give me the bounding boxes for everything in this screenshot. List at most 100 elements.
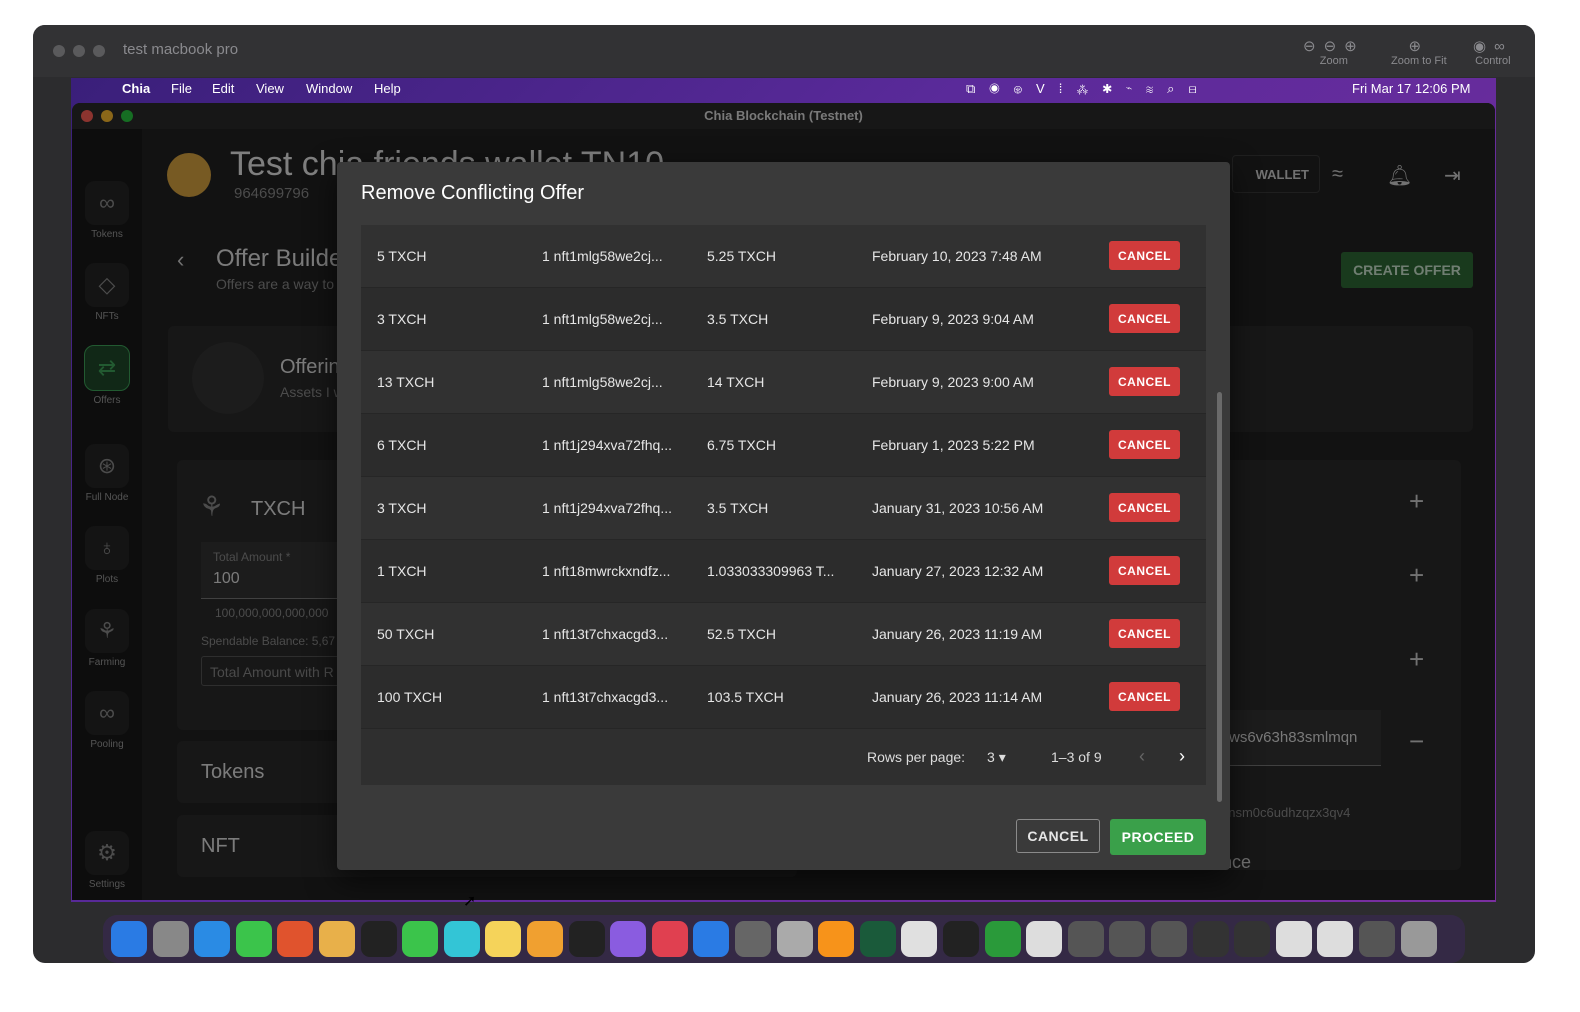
chevron-down-icon: ▾ — [998, 749, 1006, 765]
dock-app-icon[interactable] — [776, 921, 813, 957]
cancel-offer-button[interactable]: CANCEL — [1109, 493, 1180, 522]
offer-total-cell: 3.5 TXCH — [707, 500, 769, 516]
dock-app-icon[interactable] — [693, 921, 730, 957]
dock-app-icon[interactable] — [1192, 921, 1229, 957]
offer-requested-cell: 1 nft13t7chxacgd3... — [542, 626, 669, 642]
menu-file[interactable]: File — [171, 81, 192, 96]
next-page-icon[interactable]: › — [1179, 746, 1185, 767]
dock-app-icon[interactable] — [111, 921, 147, 957]
viewer-close-button[interactable] — [53, 45, 65, 57]
table-row: 6 TXCH 1 nft1j294xva72fhq... 6.75 TXCH Febr… — [361, 414, 1206, 477]
offer-date-cell: January 27, 2023 12:32 AM — [872, 563, 1044, 579]
pagination-range: 1–3 of 9 — [1051, 749, 1102, 765]
menubar-status-icons[interactable]: ⧉◉⊛V⁞⁂✱⌁≋⌕⊟ — [966, 81, 1211, 97]
offer-requested-cell: 1 nft13t7chxacgd3... — [542, 689, 669, 705]
dock-app-icon[interactable] — [443, 921, 480, 957]
control-label: Control — [1475, 55, 1511, 67]
dock-app-icon[interactable] — [485, 921, 522, 957]
table-pagination: Rows per page: 3 ▾ 1–3 of 9 ‹ › — [361, 732, 1206, 785]
dock-app-icon[interactable] — [901, 921, 938, 957]
chia-app-window: Chia Blockchain (Testnet) ∞ Tokens ◇ NFTs … — [72, 103, 1495, 900]
dock-app-icon[interactable] — [277, 921, 314, 957]
dock-app-icon[interactable] — [984, 921, 1021, 957]
dock-app-icon[interactable] — [1400, 921, 1437, 957]
offer-requested-cell: 1 nft1j294xva72fhq... — [542, 500, 672, 516]
dock-app-icon[interactable] — [319, 921, 355, 957]
dock-app-icon[interactable] — [859, 921, 896, 957]
zoom-to-fit-control[interactable]: ⊕ Zoom to Fit — [1391, 37, 1447, 67]
menu-edit[interactable]: Edit — [212, 81, 234, 96]
table-row: 13 TXCH 1 nft1mlg58we2cj... 14 TXCH Februar… — [361, 351, 1206, 414]
offer-total-cell: 6.75 TXCH — [707, 437, 776, 453]
table-row: 50 TXCH 1 nft13t7chxacgd3... 52.5 TXCH Janu… — [361, 603, 1206, 666]
offer-total-cell: 52.5 TXCH — [707, 626, 776, 642]
menu-help[interactable]: Help — [374, 81, 401, 96]
dialog-cancel-button[interactable]: CANCEL — [1016, 819, 1100, 853]
zoom-controls[interactable]: ⊖⊖⊕ Zoom — [1303, 37, 1365, 67]
zoom-fit-label: Zoom to Fit — [1391, 55, 1447, 67]
offer-date-cell: February 1, 2023 5:22 PM — [872, 437, 1035, 453]
cancel-offer-button[interactable]: CANCEL — [1109, 304, 1180, 333]
offer-offered-cell: 100 TXCH — [377, 689, 443, 705]
conflicting-offers-table: 5 TXCH 1 nft1mlg58we2cj... 5.25 TXCH Februa… — [361, 225, 1206, 785]
dock-app-icon[interactable] — [1234, 921, 1271, 957]
control-toggle[interactable]: ◉∞ Control — [1473, 37, 1513, 67]
zoom-fit-icon[interactable]: ⊕ — [1391, 37, 1447, 55]
dock-app-icon[interactable] — [943, 921, 979, 957]
offer-requested-cell: 1 nft18mwrckxndfz... — [542, 563, 671, 579]
zoom-label: Zoom — [1319, 55, 1348, 67]
dock-app-icon[interactable] — [1151, 921, 1187, 957]
cancel-offer-button[interactable]: CANCEL — [1109, 556, 1180, 585]
zoom-icon[interactable]: ⊖⊖⊕ — [1303, 37, 1365, 55]
control-icon[interactable]: ◉∞ — [1473, 37, 1513, 55]
dock-app-icon[interactable] — [527, 921, 563, 957]
cancel-offer-button[interactable]: CANCEL — [1109, 682, 1180, 711]
offer-offered-cell: 50 TXCH — [377, 626, 435, 642]
offer-date-cell: January 26, 2023 11:14 AM — [872, 689, 1043, 705]
offer-offered-cell: 5 TXCH — [377, 248, 427, 264]
offer-requested-cell: 1 nft1mlg58we2cj... — [542, 374, 663, 390]
offer-offered-cell: 3 TXCH — [377, 311, 427, 327]
viewer-minimize-button[interactable] — [73, 45, 85, 57]
proceed-button[interactable]: PROCEED — [1110, 819, 1206, 855]
remote-screen: Chia File Edit View Window Help ⧉◉⊛V⁞⁂✱⌁… — [71, 78, 1496, 902]
viewer-titlebar: test macbook pro ⊖⊖⊕ Zoom ⊕ Zoom to Fit … — [33, 25, 1535, 77]
menubar-clock[interactable]: Fri Mar 17 12:06 PM — [1352, 81, 1471, 96]
viewer-zoom-button[interactable] — [93, 45, 105, 57]
menu-view[interactable]: View — [256, 81, 284, 96]
offer-total-cell: 103.5 TXCH — [707, 689, 784, 705]
dock-app-icon[interactable] — [1067, 921, 1104, 957]
menu-window[interactable]: Window — [306, 81, 352, 96]
offer-date-cell: February 9, 2023 9:04 AM — [872, 311, 1034, 327]
table-row: 5 TXCH 1 nft1mlg58we2cj... 5.25 TXCH Februa… — [361, 225, 1206, 288]
prev-page-icon[interactable]: ‹ — [1139, 746, 1145, 767]
offer-date-cell: January 26, 2023 11:19 AM — [872, 626, 1043, 642]
cancel-offer-button[interactable]: CANCEL — [1109, 430, 1180, 459]
dock-app-icon[interactable] — [235, 921, 272, 957]
dock-app-icon[interactable] — [735, 921, 771, 957]
offer-offered-cell: 13 TXCH — [377, 374, 435, 390]
dock-app-icon[interactable] — [360, 921, 397, 957]
dock-app-icon[interactable] — [152, 921, 189, 957]
dock-app-icon[interactable] — [1275, 921, 1312, 957]
dock-app-icon[interactable] — [194, 921, 231, 957]
cancel-offer-button[interactable]: CANCEL — [1109, 619, 1180, 648]
dock-app-icon[interactable] — [1359, 921, 1395, 957]
menu-app-name[interactable]: Chia — [122, 81, 150, 96]
cancel-offer-button[interactable]: CANCEL — [1109, 241, 1180, 270]
dialog-scrollbar[interactable] — [1217, 392, 1222, 802]
dock-app-icon[interactable] — [1026, 921, 1063, 957]
dock-app-icon[interactable] — [568, 921, 605, 957]
dock-app-icon[interactable] — [818, 921, 855, 957]
dock-app-icon[interactable] — [402, 921, 439, 957]
dock-app-icon[interactable] — [651, 921, 688, 957]
rows-per-page-select[interactable]: 3 ▾ — [987, 749, 1006, 766]
dock-app-icon[interactable] — [610, 921, 647, 957]
offer-requested-cell: 1 nft1mlg58we2cj... — [542, 311, 663, 327]
viewer-title: test macbook pro — [123, 41, 239, 58]
dock-app-icon[interactable] — [1109, 921, 1146, 957]
mac-dock — [103, 915, 1465, 963]
cancel-offer-button[interactable]: CANCEL — [1109, 367, 1180, 396]
dock-app-icon[interactable] — [1317, 921, 1354, 957]
table-row: 3 TXCH 1 nft1mlg58we2cj... 3.5 TXCH Februar… — [361, 288, 1206, 351]
